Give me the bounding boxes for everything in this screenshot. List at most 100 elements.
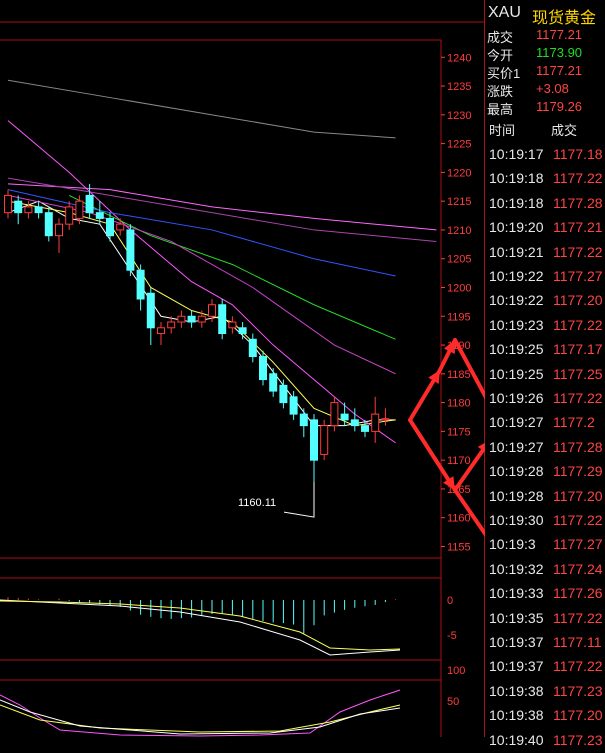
macd-dif-line [0, 599, 401, 656]
tick-row: 10:19:25 1177.25 [485, 363, 605, 387]
macd-tick-label: 0 [447, 595, 453, 607]
quote-label: 最高 [487, 102, 514, 117]
candle-body [177, 315, 186, 323]
tick-row: 10:19:40 1177.23 [485, 729, 605, 753]
candle-body [75, 200, 84, 219]
candle-body [330, 402, 339, 427]
tick-time: 10:19:25 [489, 341, 544, 358]
tick-row: 10:19:22 1177.20 [485, 289, 605, 313]
tick-row: 10:19:3 1177.27 [485, 533, 605, 557]
tick-price: 1177.27 [553, 268, 603, 284]
tick-row: 10:19:38 1177.20 [485, 704, 605, 728]
annotation-leader [283, 482, 315, 518]
candle-body [381, 418, 390, 421]
y-tick-label: 1170 [447, 455, 471, 467]
tick-time: 10:19:21 [489, 243, 544, 260]
instrument-name: 现货黄金 [532, 10, 597, 27]
ticks-header: 时间 成交 [485, 118, 605, 142]
tick-row: 10:19:37 1177.11 [485, 631, 605, 655]
tick-row: 10:19:37 1177.22 [485, 655, 605, 679]
quote-value: 1173.90 [536, 45, 583, 60]
candle-body [4, 194, 12, 214]
quote-row: 买价1 1177.21 [485, 62, 605, 81]
y-tick-label: 1200 [447, 282, 471, 294]
tick-price: 1177.22 [553, 390, 603, 406]
tick-price: 1177.18 [553, 146, 603, 162]
tick-price: 1177.22 [553, 512, 603, 528]
tick-time: 10:19:26 [489, 390, 544, 406]
y-tick-label: 1225 [447, 139, 471, 151]
tick-price: 1177.20 [553, 487, 603, 504]
tick-time: 10:19:18 [489, 170, 544, 187]
tick-row: 10:19:38 1177.23 [485, 680, 605, 704]
tick-row: 10:19:25 1177.17 [485, 338, 605, 362]
candle-body [259, 356, 267, 381]
tick-time: 10:19:25 [489, 365, 544, 382]
tick-time: 10:19:40 [489, 731, 544, 748]
tick-row: 10:19:20 1177.21 [485, 216, 605, 240]
y-tick-label: 1240 [447, 52, 471, 64]
tick-time: 10:19:37 [489, 658, 544, 675]
candle-body [106, 217, 114, 237]
instrument-header: XAU 现货黄金 [485, 0, 605, 27]
candle-body [44, 212, 53, 237]
tick-time: 10:19:20 [489, 219, 544, 236]
y-tick-label: 1195 [447, 311, 471, 323]
price-chart: 1240 1235 1230 1225 1220 1215 1210 1205 1200 1195… [0, 0, 485, 737]
candle-body [157, 327, 165, 335]
tick-time: 10:19:35 [489, 609, 544, 626]
candle-body [289, 396, 298, 415]
tick-price: 1177.20 [553, 707, 603, 724]
tick-time: 10:19:17 [489, 146, 544, 162]
y-tick-label: 1185 [447, 369, 471, 381]
tick-price: 1177.26 [553, 585, 603, 602]
ticks-time-header: 时间 [489, 123, 516, 138]
y-tick-label: 1210 [447, 225, 471, 237]
tick-row: 10:19:28 1177.29 [485, 460, 605, 484]
quote-row: 今开 1173.90 [485, 44, 605, 63]
tick-price: 1177.21 [553, 219, 603, 236]
quote-row: 最高 1179.26 [485, 98, 605, 117]
tick-price: 1177.22 [553, 609, 603, 626]
kdj-j-line [0, 689, 401, 737]
candle-body [371, 413, 380, 432]
quote-value: 1177.21 [536, 27, 583, 42]
candle-body [14, 200, 23, 214]
candle-body [136, 269, 145, 300]
tick-price: 1177.2 [553, 414, 595, 431]
tick-price: 1177.22 [553, 316, 603, 333]
y-tick-label: 1175 [447, 426, 471, 438]
quote-value: 1179.26 [536, 99, 583, 114]
kdj-k-line [0, 699, 401, 735]
tick-row: 10:19:32 1177.24 [485, 558, 605, 582]
y-tick-label: 1235 [447, 81, 471, 93]
tick-row: 10:19:28 1177.20 [485, 485, 605, 509]
tick-price: 1177.24 [553, 560, 603, 577]
tick-row: 10:19:22 1177.27 [485, 265, 605, 289]
tick-time: 10:19:32 [489, 560, 544, 577]
candle-body [65, 206, 74, 225]
candle-body [55, 223, 63, 237]
candle-body [248, 338, 257, 358]
kdj-d-line [0, 704, 401, 733]
candle-body [238, 327, 247, 335]
tick-price: 1177.23 [553, 682, 603, 699]
candle-body [34, 206, 43, 214]
tick-price: 1177.20 [553, 292, 603, 309]
tick-time: 10:19:3 [489, 536, 536, 553]
tick-price: 1177.28 [553, 194, 603, 211]
y-tick-label: 1180 [447, 398, 471, 410]
kdj-tick-label: 100 [447, 665, 465, 677]
candle-body [279, 384, 288, 404]
y-tick-label: 1155 [447, 541, 471, 553]
tick-price: 1177.25 [553, 365, 603, 382]
tick-row: 10:19:17 1177.18 [485, 143, 605, 167]
tick-time: 10:19:30 [489, 512, 544, 528]
tick-row: 10:19:23 1177.22 [485, 314, 605, 338]
tick-price: 1177.22 [553, 243, 603, 260]
candle-body [146, 292, 155, 329]
low-annotation: 1160.11 [238, 497, 276, 509]
y-tick-label: 1215 [447, 196, 471, 208]
candle-body [350, 419, 359, 427]
candle-body [208, 304, 216, 317]
